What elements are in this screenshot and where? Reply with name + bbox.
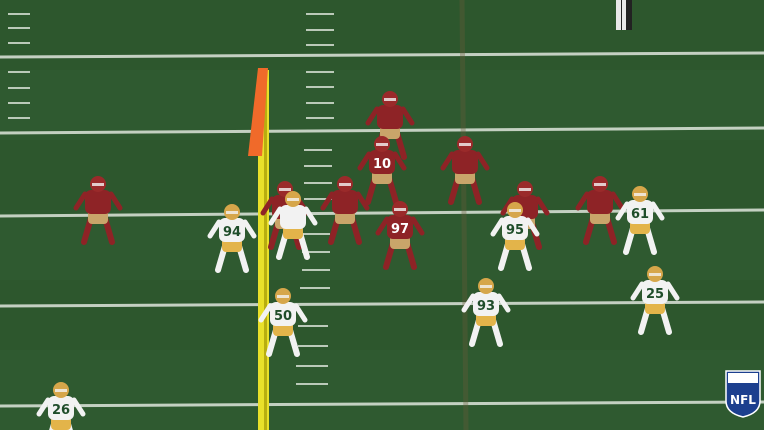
official-figure	[616, 0, 632, 30]
jersey-number: 97	[391, 222, 409, 237]
jersey-number: 10	[373, 157, 391, 172]
jersey-number: 25	[646, 287, 664, 302]
jersey-number: 61	[631, 207, 649, 222]
jersey-number: 50	[274, 309, 292, 324]
field-canvas: 10 97 94 95 61 50 93 25 26 NFL	[0, 0, 764, 430]
nfl-shield-logo: NFL	[725, 370, 761, 418]
jersey-number: 93	[477, 299, 495, 314]
nfl-logo-text: NFL	[730, 393, 756, 407]
jersey-number: 26	[52, 403, 70, 418]
football-field-scene: 10 97 94 95 61 50 93 25 26 NFL	[0, 0, 764, 430]
jersey-number: 95	[506, 223, 524, 238]
jersey-number: 94	[223, 225, 241, 240]
